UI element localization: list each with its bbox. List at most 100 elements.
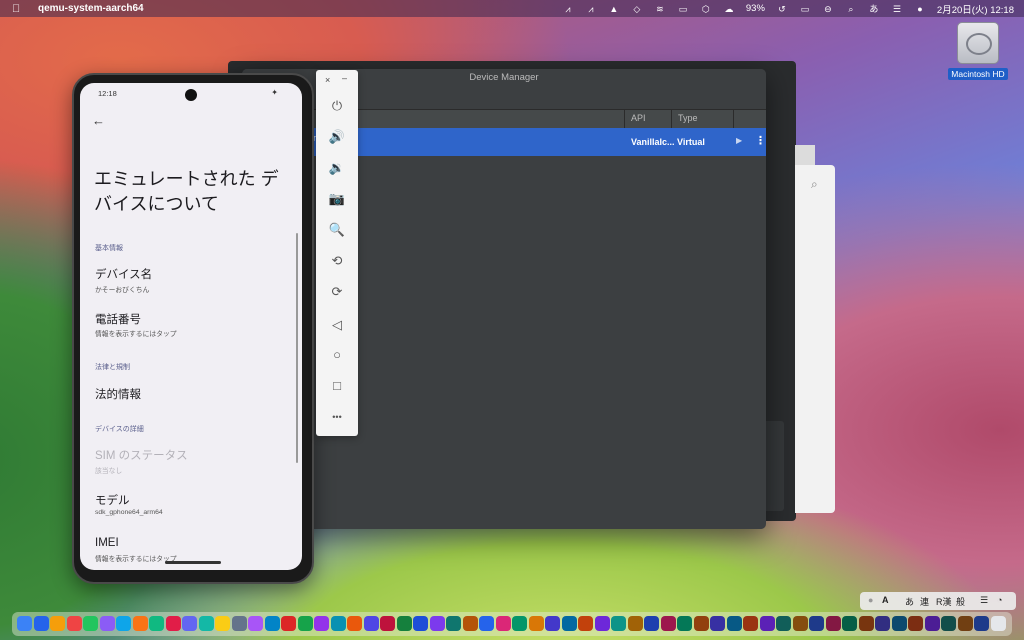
dock-app-icon[interactable] — [479, 616, 494, 631]
dock-app-icon[interactable] — [842, 616, 857, 631]
clock[interactable]: 2月20日(火) 12:18 — [937, 2, 1014, 16]
dock-app-icon[interactable] — [660, 616, 676, 631]
dock-app-icon[interactable] — [66, 616, 82, 631]
dock-app-icon[interactable] — [83, 616, 98, 631]
background-window-edge[interactable] — [795, 145, 815, 167]
dock-app-icon[interactable] — [198, 616, 214, 631]
dock-app-icon[interactable] — [413, 616, 428, 631]
finder-window-edge[interactable]: ⌕ — [795, 165, 835, 513]
column-api[interactable]: API — [631, 113, 646, 123]
rotate-right-icon[interactable]: ⟳ — [328, 283, 346, 301]
dock-app-icon[interactable] — [99, 616, 115, 631]
dock-app-icon[interactable] — [825, 616, 841, 631]
dock-app-icon[interactable] — [710, 616, 725, 631]
dock-app-icon[interactable] — [924, 616, 940, 631]
volume-up-icon[interactable]: 🔊 — [328, 128, 346, 146]
phone-screen[interactable]: 12:18 ✦ ← エミュレートされた デバイスについて 基本情報 デバイス名 … — [80, 83, 302, 570]
stack-icon[interactable]: ◇ — [631, 4, 643, 14]
dock-app-icon[interactable] — [314, 616, 329, 631]
ime-general[interactable]: 般 — [956, 595, 965, 608]
dock-app-icon[interactable] — [132, 616, 148, 631]
search-icon[interactable]: ⌕ — [845, 4, 857, 14]
home-icon[interactable]: ○ — [328, 346, 346, 364]
dock-app-icon[interactable] — [495, 616, 511, 631]
column-type[interactable]: Type — [678, 113, 698, 123]
dock-app-icon[interactable] — [281, 616, 296, 631]
dock-app-icon[interactable] — [512, 616, 527, 631]
dock-app-icon[interactable] — [17, 616, 32, 631]
arrow-a2-icon[interactable]: ⩘ — [585, 4, 597, 14]
dock-app-icon[interactable] — [809, 616, 824, 631]
dock-app-icon[interactable] — [561, 616, 577, 631]
dock-app-icon[interactable] — [776, 616, 791, 631]
display-icon[interactable]: ▭ — [677, 4, 689, 14]
dock-app-icon[interactable] — [875, 616, 890, 631]
search-icon[interactable]: ⌕ — [811, 177, 818, 192]
column-divider[interactable] — [624, 110, 625, 128]
mountain-icon[interactable]: ▲ — [608, 4, 620, 14]
dock-app-icon[interactable] — [215, 616, 230, 631]
gesture-nav-bar[interactable] — [165, 561, 221, 564]
battery-icon[interactable]: ▭ — [799, 4, 811, 14]
dock-app-icon[interactable] — [644, 616, 659, 631]
dock-app-icon[interactable] — [743, 616, 758, 631]
dock-app-icon[interactable] — [429, 616, 445, 631]
dock-app-icon[interactable] — [347, 616, 362, 631]
dock-app-icon[interactable] — [545, 616, 560, 631]
power-icon[interactable]: ⏻ — [328, 97, 346, 115]
back-arrow-icon[interactable]: ← — [92, 113, 105, 128]
dock-app-icon[interactable] — [941, 616, 956, 631]
box-icon[interactable]: ⬡ — [700, 4, 712, 14]
ime-continuous[interactable]: 連 — [920, 595, 929, 608]
layers-icon[interactable]: ≋ — [654, 4, 666, 14]
dock-app-icon[interactable] — [231, 616, 247, 631]
ime-mode-a[interactable]: A — [882, 595, 889, 605]
dock-app-icon[interactable] — [165, 616, 181, 631]
phone-number-item[interactable]: 電話番号 — [95, 311, 141, 327]
close-icon[interactable]: × — [325, 75, 330, 85]
link-icon[interactable]: ⊖ — [822, 4, 834, 14]
dock-app-icon[interactable] — [264, 616, 280, 631]
rotate-left-icon[interactable]: ⟲ — [328, 252, 346, 270]
app-name-menu[interactable]: qemu-system-aarch64 — [38, 3, 144, 14]
dock-app-icon[interactable] — [677, 616, 692, 631]
dock-app-icon[interactable] — [116, 616, 131, 631]
dock-app-icon[interactable] — [759, 616, 775, 631]
ime-menu-icon[interactable]: ☰ — [980, 595, 988, 606]
play-icon[interactable]: ▶ — [736, 136, 742, 145]
column-divider[interactable] — [733, 110, 734, 128]
dock-app-icon[interactable] — [693, 616, 709, 631]
imei-item[interactable]: IMEI — [95, 537, 119, 549]
device-name-item[interactable]: デバイス名 — [95, 266, 152, 282]
dock-app-icon[interactable] — [182, 616, 197, 631]
back-icon[interactable]: ◁ — [328, 316, 346, 334]
more-icon[interactable]: ••• — [328, 408, 346, 426]
macintosh-hd-icon[interactable]: Macintosh HD — [946, 22, 1010, 82]
overview-icon[interactable]: □ — [328, 377, 346, 395]
history-icon[interactable]: ↺ — [776, 4, 788, 14]
control-center-icon[interactable]: ☰ — [891, 4, 903, 14]
dock-app-icon[interactable] — [792, 616, 808, 631]
dock-app-icon[interactable] — [396, 616, 412, 631]
column-divider[interactable] — [671, 110, 672, 128]
model-item[interactable]: モデル — [95, 492, 130, 508]
arrow-a-icon[interactable]: ⩘ — [562, 4, 574, 14]
dock-app-icon[interactable] — [891, 616, 907, 631]
dock-app-icon[interactable] — [446, 616, 461, 631]
scrollbar[interactable] — [296, 233, 298, 463]
ime-tools-icon[interactable]: ◔ — [997, 595, 1002, 605]
dock-app-icon[interactable] — [726, 616, 742, 631]
ime-handle-icon[interactable]: ● — [868, 595, 873, 605]
ime-palette[interactable]: ● A あ 連 R漢 般 ☰ ◔ — [860, 592, 1016, 610]
dock-app-icon[interactable] — [380, 616, 395, 631]
input-mode[interactable]: あ — [868, 4, 880, 14]
dock-app-icon[interactable] — [627, 616, 643, 631]
legal-info-item[interactable]: 法的情報 — [95, 386, 141, 402]
dock-app-icon[interactable] — [990, 616, 1006, 631]
volume-down-icon[interactable]: 🔉 — [328, 159, 346, 177]
dock-app-icon[interactable] — [462, 616, 478, 631]
dock-app-icon[interactable] — [149, 616, 164, 631]
dock-app-icon[interactable] — [297, 616, 313, 631]
dock-app-icon[interactable] — [50, 616, 65, 631]
dock-app-icon[interactable] — [974, 616, 989, 631]
